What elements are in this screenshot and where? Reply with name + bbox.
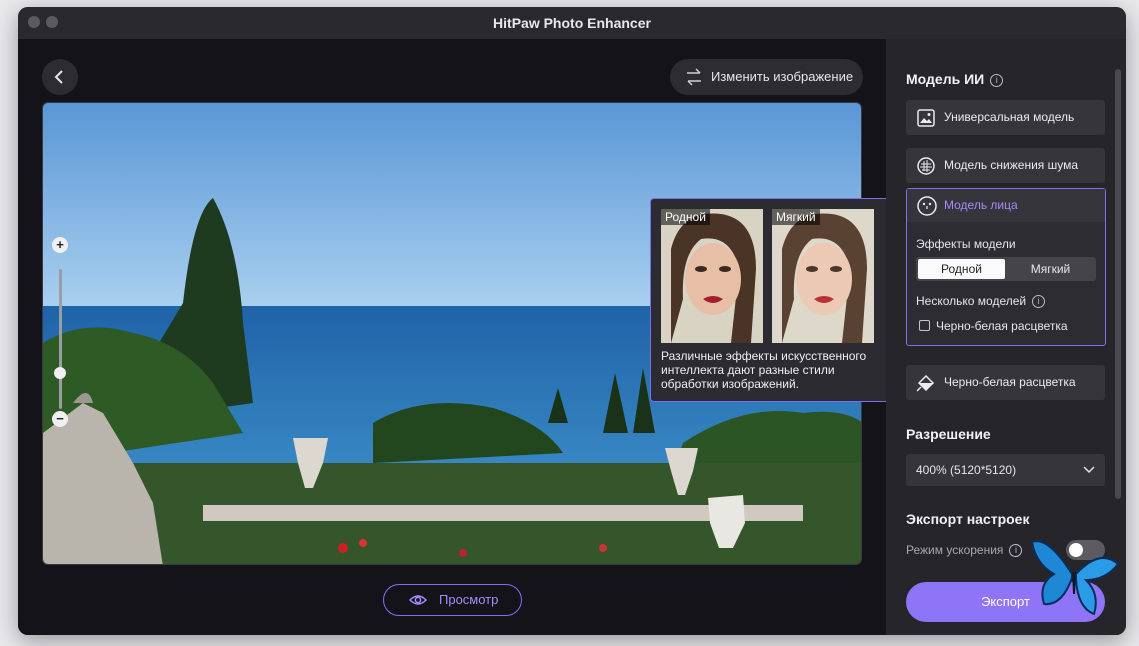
butterfly-logo — [1030, 540, 1120, 616]
acceleration-label: Режим ускорения — [906, 543, 1004, 557]
colorize-model-button[interactable]: Черно-белая расцветка — [906, 365, 1105, 400]
portrait-image — [661, 209, 763, 343]
chevron-down-icon — [1083, 466, 1095, 474]
original-label: Родной — [661, 209, 710, 225]
acceleration-row: Режим ускорения i — [906, 543, 1023, 557]
preview-area: Изменить изображение + − Просмотр Родной… — [18, 39, 902, 635]
denoise-model-button[interactable]: Модель снижения шума — [906, 148, 1105, 183]
resolution-select[interactable]: 400% (5120*5120) — [906, 454, 1105, 486]
app-window: HitPaw Photo Enhancer Изменить изображен… — [18, 7, 1126, 635]
denoise-model-label: Модель снижения шума — [944, 158, 1079, 172]
change-image-label: Изменить изображение — [711, 69, 854, 84]
swap-icon — [687, 68, 701, 86]
face-sample-soft: Мягкий — [772, 209, 874, 343]
resolution-value: 400% (5120*5120) — [916, 463, 1017, 477]
multi-models-row: Несколько моделей i — [916, 294, 1046, 308]
effect-segmented-control: Родной Мягкий — [916, 257, 1096, 281]
face-sample-original: Родной — [661, 209, 763, 343]
window-title: HitPaw Photo Enhancer — [493, 15, 651, 31]
portrait-image — [772, 209, 874, 343]
face-icon — [917, 196, 937, 216]
info-icon[interactable]: i — [1009, 544, 1023, 557]
resolution-heading: Разрешение — [906, 426, 991, 442]
info-icon[interactable]: i — [990, 74, 1004, 87]
preview-label: Просмотр — [439, 592, 499, 607]
face-model-button[interactable]: Модель лица — [907, 189, 1105, 222]
ai-model-title: Модель ИИ — [906, 71, 985, 87]
soft-label: Мягкий — [772, 209, 820, 225]
eye-icon — [409, 595, 427, 605]
title-bar: HitPaw Photo Enhancer — [18, 7, 1126, 39]
chevron-left-icon — [54, 70, 63, 84]
bw-colorize-checkbox-label: Черно-белая расцветка — [936, 319, 1068, 333]
zoom-slider-thumb[interactable] — [54, 367, 66, 379]
noise-icon — [917, 157, 935, 175]
export-settings-heading: Экспорт настроек — [906, 511, 1030, 527]
colorize-model-label: Черно-белая расцветка — [944, 375, 1076, 389]
change-image-button[interactable]: Изменить изображение — [670, 59, 863, 95]
zoom-control: + − — [49, 237, 71, 427]
image-icon — [917, 109, 935, 127]
multi-models-label: Несколько моделей — [916, 294, 1027, 308]
universal-model-label: Универсальная модель — [944, 110, 1075, 124]
back-button[interactable] — [42, 59, 78, 95]
preview-button[interactable]: Просмотр — [383, 584, 522, 616]
info-icon[interactable]: i — [1032, 295, 1046, 308]
bw-colorize-checkbox[interactable] — [919, 320, 930, 331]
effects-tooltip: Родной Мягкий Различные эффекты искусств… — [650, 198, 902, 402]
panel-scrollbar[interactable] — [1115, 69, 1121, 499]
model-effects-label: Эффекты модели — [916, 237, 1016, 251]
effect-soft-option[interactable]: Мягкий — [1007, 259, 1094, 279]
zoom-slider-track[interactable] — [59, 269, 62, 409]
ai-model-heading: Модель ИИ i — [906, 71, 1004, 87]
paint-bucket-icon — [916, 374, 935, 392]
effect-original-option[interactable]: Родной — [918, 259, 1005, 279]
zoom-out-button[interactable]: − — [52, 411, 68, 427]
zoom-in-button[interactable]: + — [52, 237, 68, 253]
face-model-panel: Модель лица Эффекты модели Родной Мягкий… — [906, 188, 1106, 346]
universal-model-button[interactable]: Универсальная модель — [906, 100, 1105, 135]
tooltip-text: Различные эффекты искусственного интелле… — [661, 349, 867, 391]
face-model-label: Модель лица — [944, 198, 1018, 212]
